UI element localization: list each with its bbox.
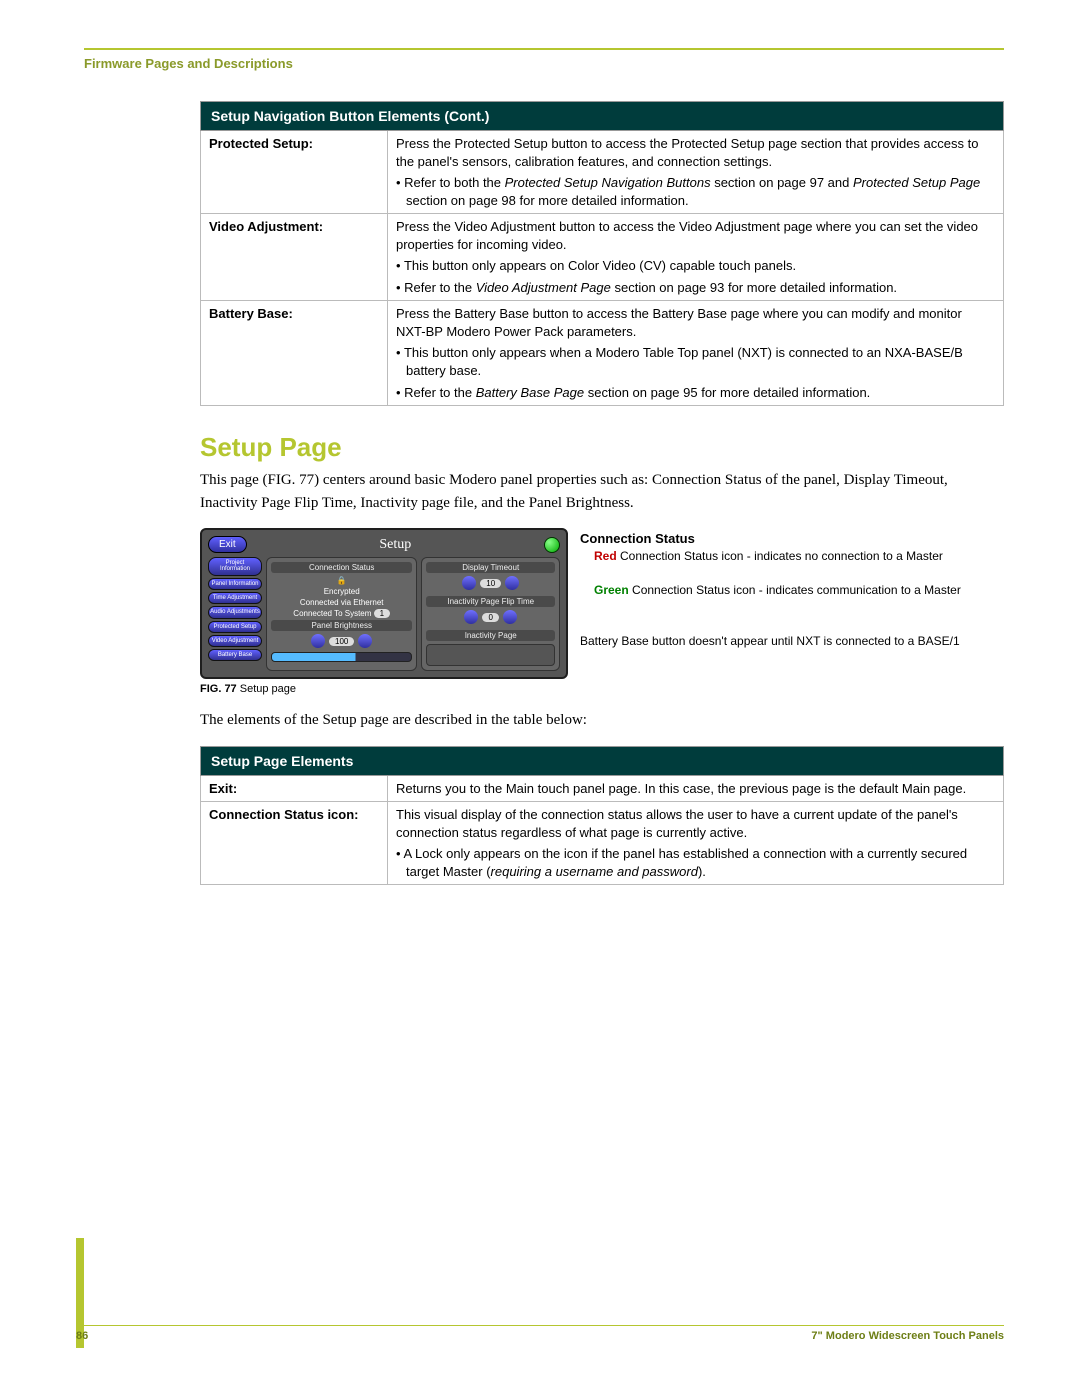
- device-sidebar: Project Information Panel Information Ti…: [208, 557, 262, 671]
- row-battery-main: Press the Battery Base button to access …: [396, 305, 995, 340]
- row-connicon-label: Connection Status icon:: [201, 802, 388, 885]
- inactivity-flip-header: Inactivity Page Flip Time: [426, 596, 555, 607]
- timeout-down-button[interactable]: [462, 576, 476, 590]
- panel-connection: Connection Status 🔒 Encrypted Connected …: [266, 557, 417, 671]
- page-number: 86: [76, 1330, 88, 1342]
- row-video-label: Video Adjustment:: [201, 214, 388, 301]
- row-connicon-bullet1: A Lock only appears on the icon if the p…: [396, 845, 995, 880]
- annot-title: Connection Status: [580, 531, 695, 546]
- row-battery-desc: Press the Battery Base button to access …: [388, 301, 1004, 406]
- inact-value: 0: [482, 613, 498, 622]
- timeout-value: 10: [480, 579, 501, 588]
- row-exit-label: Exit:: [201, 775, 388, 802]
- connection-status-icon: [544, 537, 560, 553]
- row-connicon-main: This visual display of the connection st…: [396, 806, 995, 841]
- brightness-slider[interactable]: [271, 652, 412, 662]
- inact-down-button[interactable]: [464, 610, 478, 624]
- annot-green-text: Connection Status icon - indicates commu…: [629, 583, 961, 597]
- row-battery-bullet1: This button only appears when a Modero T…: [396, 344, 995, 379]
- inactivity-page-header: Inactivity Page: [426, 630, 555, 641]
- sidebar-item-panel[interactable]: Panel Information: [208, 578, 262, 590]
- table1-title: Setup Navigation Button Elements (Cont.): [201, 102, 1004, 131]
- inactivity-page-field[interactable]: [426, 644, 555, 666]
- bottom-rule: [76, 1325, 1004, 1326]
- via-ethernet-label: Connected via Ethernet: [271, 598, 412, 607]
- row-protected-main: Press the Protected Setup button to acce…: [396, 135, 995, 170]
- row-protected-desc: Press the Protected Setup button to acce…: [388, 131, 1004, 214]
- brightness-up-button[interactable]: [358, 634, 372, 648]
- row-protected-bullet1: Refer to both the Protected Setup Naviga…: [396, 174, 995, 209]
- row-video-bullet1: This button only appears on Color Video …: [396, 257, 995, 275]
- row-protected-label: Protected Setup:: [201, 131, 388, 214]
- annot-red-label: Red: [594, 549, 617, 563]
- device-title: Setup: [379, 537, 411, 553]
- setup-elements-table: Setup Page Elements Exit: Returns you to…: [200, 746, 1004, 886]
- annot-red-text: Connection Status icon - indicates no co…: [617, 549, 943, 563]
- sidebar-item-video[interactable]: Video Adjustment: [208, 635, 262, 647]
- sidebar-item-time[interactable]: Time Adjustment: [208, 592, 262, 604]
- row-connicon-desc: This visual display of the connection st…: [388, 802, 1004, 885]
- encrypted-label: Encrypted: [271, 587, 412, 596]
- row-exit-desc: Returns you to the Main touch panel page…: [388, 775, 1004, 802]
- row-video-main: Press the Video Adjustment button to acc…: [396, 218, 995, 253]
- figure-caption: FIG. 77 Setup page: [200, 683, 1004, 695]
- panel-right: Display Timeout 10 Inactivity Page Flip …: [421, 557, 560, 671]
- exit-button[interactable]: Exit: [208, 536, 247, 553]
- to-system-label: Connected To System: [293, 609, 371, 618]
- top-rule: [84, 48, 1004, 50]
- brightness-header: Panel Brightness: [271, 620, 412, 631]
- display-timeout-header: Display Timeout: [426, 562, 555, 573]
- sidebar-item-audio[interactable]: Audio Adjustments: [208, 606, 262, 618]
- setup-device-screenshot: Exit Setup Project Information Panel Inf…: [200, 528, 568, 679]
- setup-intro: This page (FIG. 77) centers around basic…: [200, 469, 1004, 514]
- row-battery-bullet2: Refer to the Battery Base Page section o…: [396, 384, 995, 402]
- doc-title-footer: 7" Modero Widescreen Touch Panels: [811, 1330, 1004, 1342]
- brightness-value: 100: [329, 637, 354, 646]
- row-video-bullet2: Refer to the Video Adjustment Page secti…: [396, 279, 995, 297]
- annot-green-label: Green: [594, 583, 629, 597]
- row-battery-label: Battery Base:: [201, 301, 388, 406]
- setup-heading: Setup Page: [200, 432, 1004, 463]
- brightness-down-button[interactable]: [311, 634, 325, 648]
- sidebar-item-project[interactable]: Project Information: [208, 557, 262, 576]
- sidebar-item-protected[interactable]: Protected Setup: [208, 621, 262, 633]
- figure-annotations: Connection Status Red Connection Status …: [580, 528, 1004, 649]
- inact-up-button[interactable]: [503, 610, 517, 624]
- conn-status-header: Connection Status: [271, 562, 412, 573]
- row-video-desc: Press the Video Adjustment button to acc…: [388, 214, 1004, 301]
- para-elements-intro: The elements of the Setup page are descr…: [200, 709, 1004, 732]
- timeout-up-button[interactable]: [505, 576, 519, 590]
- system-number: 1: [374, 609, 390, 618]
- setup-nav-table: Setup Navigation Button Elements (Cont.)…: [200, 101, 1004, 406]
- section-header: Firmware Pages and Descriptions: [84, 56, 1004, 71]
- annot-battery-note: Battery Base button doesn't appear until…: [580, 633, 1004, 650]
- sidebar-item-battery[interactable]: Battery Base: [208, 649, 262, 661]
- table2-title: Setup Page Elements: [201, 746, 1004, 775]
